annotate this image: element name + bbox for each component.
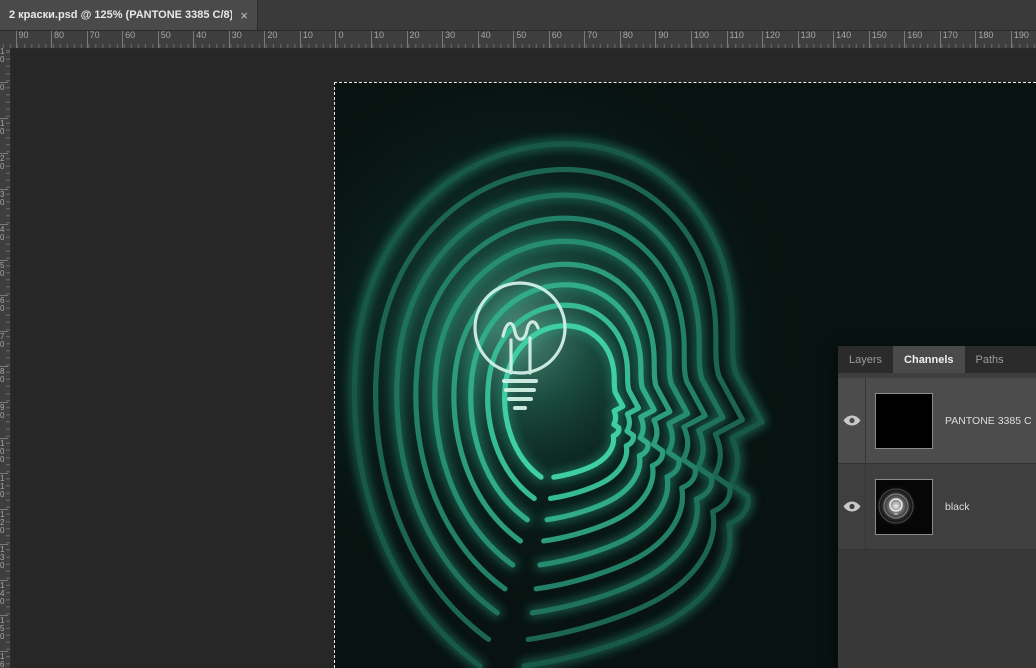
eye-icon [843,415,861,426]
ruler-tick-h: 0 [335,30,343,48]
ruler-tick-v: 10 [0,48,8,64]
ruler-tick-h: 150 [869,30,887,48]
ruler-tick-v: 30 [0,189,8,207]
ruler-horizontal[interactable]: 9080706050403020100102030405060708090100… [0,30,1036,49]
ruler-tick-v: 100 [0,438,8,464]
ruler-tick-h: 120 [762,30,780,48]
channel-thumbnail[interactable] [875,393,933,449]
ruler-tick-h: 90 [16,30,29,48]
ruler-tick-h: 30 [229,30,242,48]
tab-paths[interactable]: Paths [965,346,1015,373]
ruler-tick-v: 110 [0,473,8,499]
ruler-tick-v: 60 [0,295,8,313]
ruler-tick-h: 60 [549,30,562,48]
ruler-tick-h: 160 [904,30,922,48]
ruler-tick-h: 30 [442,30,455,48]
visibility-toggle[interactable] [838,378,866,463]
channels-panel: Layers Channels Paths PANTONE 3385 C [838,346,1036,668]
ruler-tick-v: 150 [0,615,8,641]
ruler-tick-v: 50 [0,260,8,278]
channel-thumbnail-preview [876,480,932,534]
ruler-tick-h: 180 [975,30,993,48]
ruler-tick-h: 80 [51,30,64,48]
ruler-tick-h: 190 [1011,30,1029,48]
ruler-tick-h: 50 [158,30,171,48]
ruler-tick-h: 10 [300,30,313,48]
ruler-tick-h: 170 [940,30,958,48]
panel-empty-area [838,550,1036,668]
ruler-tick-v: 90 [0,402,8,420]
tab-channels[interactable]: Channels [893,346,965,373]
ruler-tick-h: 40 [193,30,206,48]
ruler-tick-h: 130 [798,30,816,48]
ruler-tick-v: 20 [0,153,8,171]
channel-name: PANTONE 3385 C [945,415,1032,427]
document-tab[interactable]: 2 краски.psd @ 125% (PANTONE 3385 C/8) *… [0,0,258,30]
ruler-tick-h: 40 [478,30,491,48]
ruler-tick-h: 70 [584,30,597,48]
channel-thumbnail[interactable] [875,479,933,535]
tab-layers[interactable]: Layers [838,346,893,373]
ruler-tick-h: 20 [407,30,420,48]
channel-name: black [945,501,970,513]
ruler-tick-h: 10 [371,30,384,48]
channel-row-black[interactable]: black [838,464,1036,550]
ruler-tick-h: 50 [513,30,526,48]
channel-list: PANTONE 3385 C [838,373,1036,550]
ruler-tick-h: 90 [655,30,668,48]
ruler-tick-h: 20 [264,30,277,48]
visibility-toggle[interactable] [838,464,866,549]
ruler-tick-h: 70 [87,30,100,48]
ruler-vertical[interactable]: 1001020304050607080901001101201301401501… [0,48,11,668]
ruler-tick-v: 40 [0,224,8,242]
panel-tab-bar: Layers Channels Paths [838,346,1036,373]
eye-icon [843,501,861,512]
ruler-tick-v: 0 [0,82,8,92]
ruler-tick-h: 80 [620,30,633,48]
document-title: 2 краски.psd @ 125% (PANTONE 3385 C/8) * [9,9,232,21]
ruler-tick-v: 140 [0,580,8,606]
ruler-tick-v: 70 [0,331,8,349]
channel-row-pantone[interactable]: PANTONE 3385 C [838,378,1036,464]
ruler-tick-v: 160 [0,651,8,668]
ruler-tick-h: 100 [691,30,709,48]
ruler-tick-v: 130 [0,544,8,570]
ruler-tick-h: 110 [727,30,744,48]
ruler-tick-v: 120 [0,509,8,535]
ruler-tick-v: 80 [0,366,8,384]
ruler-tick-h: 140 [833,30,851,48]
document-tab-bar: 2 краски.psd @ 125% (PANTONE 3385 C/8) *… [0,0,1036,31]
ruler-tick-h: 60 [122,30,135,48]
ruler-tick-v: 10 [0,118,8,136]
tab-close-icon[interactable]: × [240,9,248,22]
